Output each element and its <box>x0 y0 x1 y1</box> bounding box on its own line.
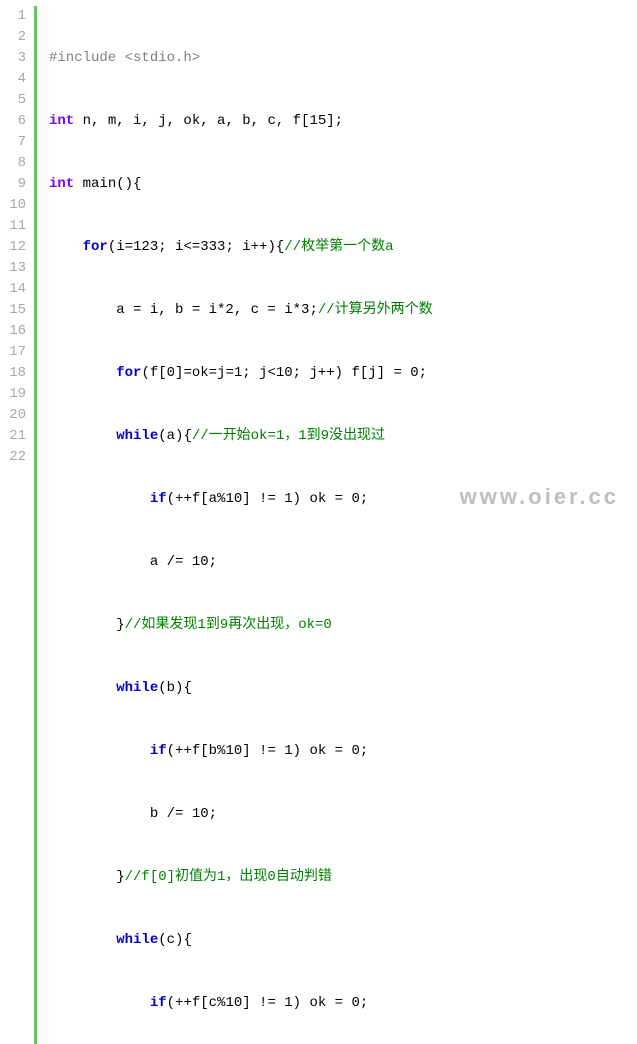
code-content: #include <stdio.h> int n, m, i, j, ok, a… <box>37 6 461 1044</box>
code-line: #include <stdio.h> <box>49 48 461 69</box>
line-number: 11 <box>0 216 26 237</box>
line-number: 2 <box>0 27 26 48</box>
line-number: 17 <box>0 342 26 363</box>
line-number: 3 <box>0 48 26 69</box>
line-number: 18 <box>0 363 26 384</box>
line-number: 20 <box>0 405 26 426</box>
code-line: while(b){ <box>49 678 461 699</box>
code-line: int main(){ <box>49 174 461 195</box>
line-number: 13 <box>0 258 26 279</box>
code-line: for(i=123; i<=333; i++){//枚举第一个数a <box>49 237 461 258</box>
line-number: 15 <box>0 300 26 321</box>
line-number: 4 <box>0 69 26 90</box>
code-line: if(++f[a%10] != 1) ok = 0; <box>49 489 461 510</box>
code-line: a = i, b = i*2, c = i*3;//计算另外两个数 <box>49 300 461 321</box>
line-number: 5 <box>0 90 26 111</box>
code-block: 1 2 3 4 5 6 7 8 9 10 11 12 13 14 15 16 1… <box>0 0 637 1044</box>
line-number: 21 <box>0 426 26 447</box>
code-line: int n, m, i, j, ok, a, b, c, f[15]; <box>49 111 461 132</box>
line-number: 19 <box>0 384 26 405</box>
line-number: 10 <box>0 195 26 216</box>
line-number: 6 <box>0 111 26 132</box>
watermark-text: www.oier.cc <box>460 484 619 510</box>
line-number: 1 <box>0 6 26 27</box>
code-line: if(++f[c%10] != 1) ok = 0; <box>49 993 461 1014</box>
code-line: b /= 10; <box>49 804 461 825</box>
line-number: 22 <box>0 447 26 468</box>
code-line: if(++f[b%10] != 1) ok = 0; <box>49 741 461 762</box>
line-number-gutter: 1 2 3 4 5 6 7 8 9 10 11 12 13 14 15 16 1… <box>0 6 34 1044</box>
line-number: 14 <box>0 279 26 300</box>
code-line: }//如果发现1到9再次出现，ok=0 <box>49 615 461 636</box>
line-number: 7 <box>0 132 26 153</box>
code-line: a /= 10; <box>49 552 461 573</box>
code-line: while(a){//一开始ok=1，1到9没出现过 <box>49 426 461 447</box>
line-number: 8 <box>0 153 26 174</box>
line-number: 12 <box>0 237 26 258</box>
line-number: 16 <box>0 321 26 342</box>
code-line: for(f[0]=ok=j=1; j<10; j++) f[j] = 0; <box>49 363 461 384</box>
code-line: }//f[0]初值为1，出现0自动判错 <box>49 867 461 888</box>
code-line: while(c){ <box>49 930 461 951</box>
line-number: 9 <box>0 174 26 195</box>
